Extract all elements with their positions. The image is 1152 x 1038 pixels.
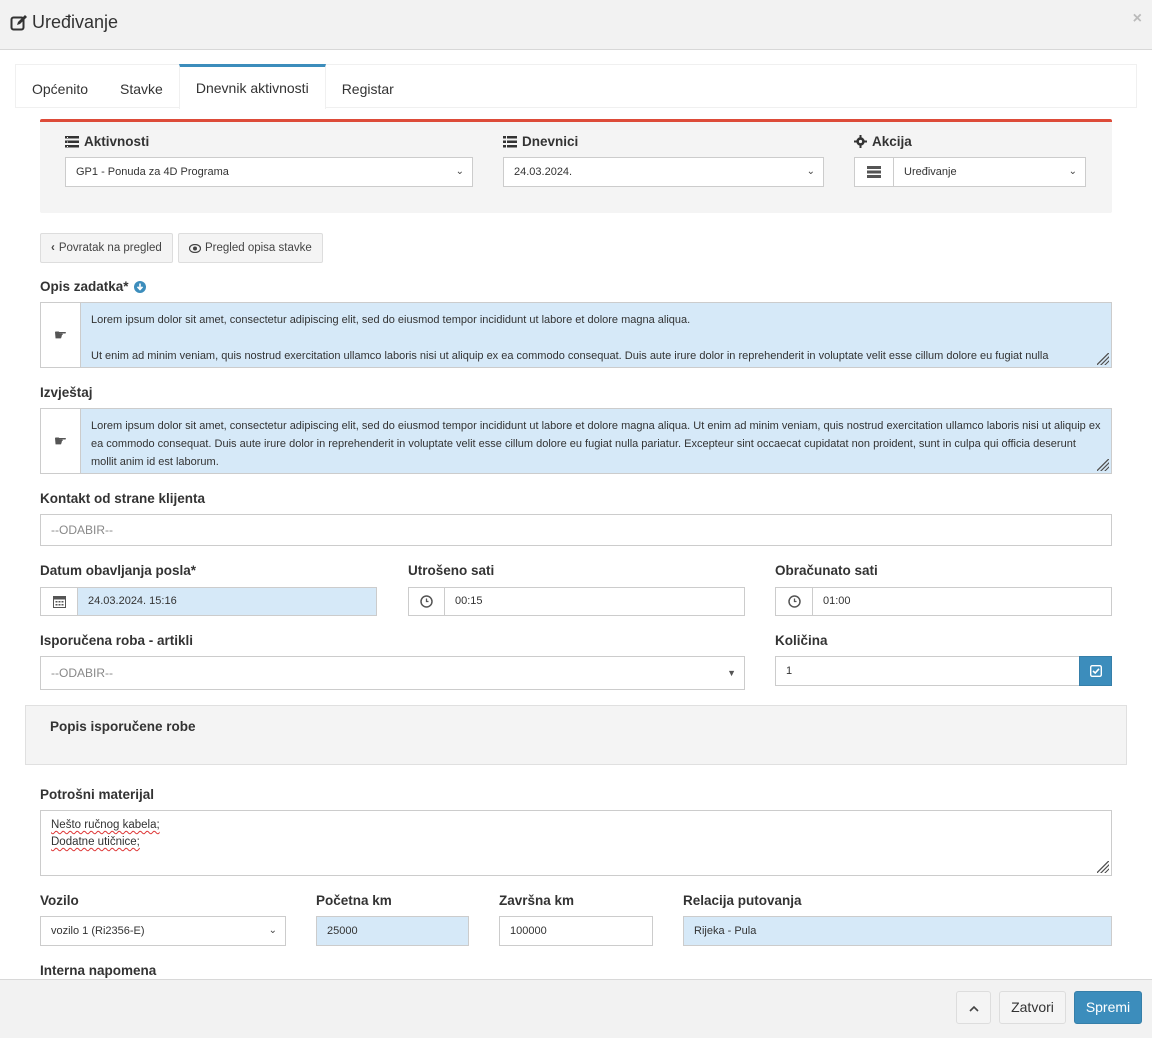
chevron-down-icon: ⌄ xyxy=(455,166,464,177)
dnevnici-label: Dnevnici xyxy=(503,134,578,149)
eye-icon xyxy=(189,243,201,253)
tab-registar[interactable]: Registar xyxy=(326,65,410,108)
preview-description-button[interactable]: Pregled opisa stavke xyxy=(178,233,323,263)
datum-label: Datum obavljanja posla* xyxy=(40,563,197,578)
tab-opcenito[interactable]: Općenito xyxy=(16,65,104,108)
chevron-left-icon: ‹ xyxy=(51,242,55,254)
clock-icon xyxy=(408,587,445,616)
hand-point-icon: ☛ xyxy=(41,303,81,367)
aktivnosti-label: Aktivnosti xyxy=(65,134,149,149)
pocetna-label: Početna km xyxy=(316,893,392,908)
calendar-icon[interactable] xyxy=(40,587,78,616)
opis-label: Opis zadatka* xyxy=(40,279,146,294)
resize-handle[interactable] xyxy=(1097,353,1109,365)
potrosni-textarea[interactable]: Nešto ručnog kabela; Dodatne utičnice; xyxy=(41,811,1111,875)
chevron-up-icon xyxy=(968,1005,979,1012)
list-icon xyxy=(65,135,79,148)
hand-point-icon: ☛ xyxy=(41,409,81,473)
pocetna-input[interactable]: 25000 xyxy=(316,916,469,946)
kolicina-label: Količina xyxy=(775,633,828,648)
obracunato-input[interactable]: 01:00 xyxy=(812,587,1112,616)
akcija-select[interactable]: Uređivanje ⌄ xyxy=(893,157,1086,187)
gear-icon xyxy=(854,135,867,148)
back-to-overview-button[interactable]: ‹ Povratak na pregled xyxy=(40,233,173,263)
edit-icon xyxy=(10,14,28,32)
chevron-down-icon: ⌄ xyxy=(806,166,815,177)
panel-title: Popis isporučene robe xyxy=(50,719,196,734)
modal-header: Uređivanje × xyxy=(0,0,1152,50)
zavrsna-label: Završna km xyxy=(499,893,575,908)
modal-footer: Zatvori Spremi xyxy=(0,979,1152,1038)
chevron-down-icon: ⌄ xyxy=(268,925,277,936)
vozilo-select[interactable]: vozilo 1 (Ri2356-E) ⌄ xyxy=(40,916,286,946)
opis-field: ☛ Lorem ipsum dolor sit amet, consectetu… xyxy=(40,302,1112,368)
akcija-addon xyxy=(854,157,894,187)
isporucena-select[interactable]: --ODABIR-- ▼ xyxy=(40,656,745,690)
server-icon xyxy=(867,166,881,178)
save-button[interactable]: Spremi xyxy=(1074,991,1142,1024)
potrosni-label: Potrošni materijal xyxy=(40,787,155,802)
utroseno-input[interactable]: 00:15 xyxy=(444,587,745,616)
list-icon xyxy=(503,135,517,148)
aktivnosti-select[interactable]: GP1 - Ponuda za 4D Programa ⌄ xyxy=(65,157,473,187)
caret-down-icon: ▼ xyxy=(727,668,736,678)
arrow-circle-down-icon[interactable] xyxy=(133,280,146,293)
utroseno-label: Utrošeno sati xyxy=(408,563,495,578)
opis-textarea[interactable]: Lorem ipsum dolor sit amet, consectetur … xyxy=(81,303,1111,367)
resize-handle[interactable] xyxy=(1097,459,1109,471)
clock-icon xyxy=(775,587,813,616)
vozilo-label: Vozilo xyxy=(40,893,79,908)
kontakt-label: Kontakt od strane klijenta xyxy=(40,491,206,506)
kontakt-select[interactable]: --ODABIR-- xyxy=(40,514,1112,546)
scroll-top-button[interactable] xyxy=(956,991,991,1024)
tab-dnevnik-aktivnosti[interactable]: Dnevnik aktivnosti xyxy=(178,64,326,109)
relacija-label: Relacija putovanja xyxy=(683,893,802,908)
confirm-quantity-button[interactable] xyxy=(1079,656,1112,686)
chevron-down-icon: ⌄ xyxy=(1068,166,1077,177)
tab-stavke[interactable]: Stavke xyxy=(104,65,179,108)
dnevnici-select[interactable]: 24.03.2024. ⌄ xyxy=(503,157,824,187)
izvjestaj-label: Izvještaj xyxy=(40,385,93,400)
close-button[interactable]: Zatvori xyxy=(999,991,1066,1024)
akcija-label: Akcija xyxy=(854,134,912,149)
tab-bar: Općenito Stavke Dnevnik aktivnosti Regis… xyxy=(15,64,1137,109)
delivered-goods-panel: Popis isporučene robe xyxy=(25,705,1127,765)
kolicina-input[interactable]: 1 xyxy=(775,656,1080,686)
obracunato-label: Obračunato sati xyxy=(775,563,878,578)
zavrsna-input[interactable]: 100000 xyxy=(499,916,653,946)
relacija-input[interactable]: Rijeka - Pula xyxy=(683,916,1112,946)
check-square-icon xyxy=(1089,665,1102,677)
close-icon[interactable]: × xyxy=(1133,10,1142,28)
interna-label: Interna napomena xyxy=(40,963,157,978)
potrosni-field: Nešto ručnog kabela; Dodatne utičnice; xyxy=(40,810,1112,876)
isporucena-label: Isporučena roba - artikli xyxy=(40,633,194,648)
izvjestaj-textarea[interactable]: Lorem ipsum dolor sit amet, consectetur … xyxy=(81,409,1111,473)
modal-title: Uređivanje xyxy=(10,12,118,33)
izvjestaj-field: ☛ Lorem ipsum dolor sit amet, consectetu… xyxy=(40,408,1112,474)
resize-handle[interactable] xyxy=(1097,861,1109,873)
datum-input[interactable]: 24.03.2024. 15:16 xyxy=(77,587,377,616)
